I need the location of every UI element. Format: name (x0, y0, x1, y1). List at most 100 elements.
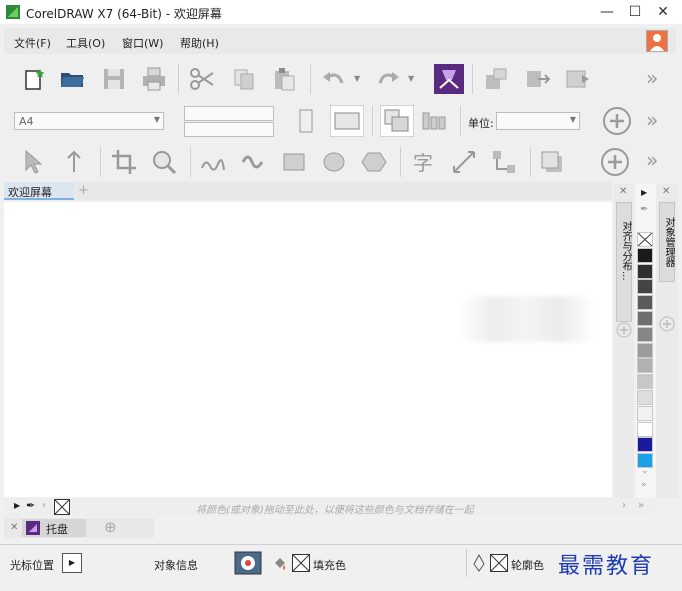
color-swatch[interactable] (637, 247, 653, 263)
landscape-icon[interactable] (330, 105, 364, 137)
color-swatch[interactable] (637, 421, 653, 437)
color-swatch[interactable] (637, 295, 653, 311)
pick-tool-icon[interactable] (20, 148, 48, 176)
current-page-icon[interactable] (420, 107, 448, 135)
shape-tool-icon[interactable] (60, 148, 88, 176)
fill-none-swatch-icon[interactable] (292, 554, 310, 572)
color-swatch[interactable] (637, 326, 653, 342)
toolbar-overflow-icon[interactable]: » (646, 148, 658, 172)
print-icon[interactable] (140, 65, 168, 93)
outline-none-swatch-icon[interactable] (490, 554, 508, 572)
save-icon[interactable] (100, 65, 128, 93)
eyedropper-icon[interactable]: ✒ (26, 499, 35, 512)
add-tab-icon[interactable]: + (78, 183, 89, 198)
no-color-swatch-icon[interactable] (54, 499, 70, 515)
align-distribute-tab[interactable]: 对齐与分布... (616, 202, 632, 322)
tray-label: 托盘 (46, 523, 68, 536)
add-docker-icon[interactable] (616, 322, 632, 338)
add-tab-icon[interactable]: ⊕ (104, 518, 117, 536)
crop-tool-icon[interactable] (110, 148, 138, 176)
rectangle-tool-icon[interactable] (280, 148, 308, 176)
cut-icon[interactable] (188, 65, 216, 93)
menu-tools[interactable]: 工具(O) (66, 35, 105, 51)
new-document-icon[interactable] (20, 65, 48, 93)
undo-icon[interactable] (320, 65, 348, 93)
cursor-position-label: 光标位置 (10, 559, 54, 572)
tray-icon (26, 521, 40, 535)
zoom-tool-icon[interactable] (150, 148, 178, 176)
object-manager-tab[interactable]: 对象管理器 (659, 202, 675, 282)
freehand-tool-icon[interactable] (198, 148, 226, 176)
maximize-button[interactable]: ☐ (626, 3, 644, 21)
redo-icon[interactable] (374, 65, 402, 93)
color-swatch[interactable] (637, 358, 653, 374)
color-swatch[interactable] (637, 279, 653, 295)
page-width-field[interactable] (184, 106, 274, 121)
color-swatch[interactable] (637, 263, 653, 279)
undo-dropdown-icon[interactable]: ▼ (354, 74, 360, 83)
open-folder-icon[interactable] (58, 65, 86, 93)
chevron-down-icon[interactable]: ⌄ (641, 466, 649, 476)
color-swatch[interactable] (637, 374, 653, 390)
ellipse-tool-icon[interactable] (320, 148, 348, 176)
redo-dropdown-icon[interactable]: ▼ (408, 74, 414, 83)
unit-select[interactable]: ▼ (496, 112, 580, 130)
polygon-tool-icon[interactable] (360, 148, 388, 176)
color-proof-icon[interactable] (234, 549, 262, 577)
palette-arrow-up-icon[interactable]: ▶ (641, 188, 647, 197)
close-icon[interactable]: ✕ (10, 522, 18, 533)
object-manager-label: 对象管理器 (663, 217, 674, 267)
add-icon[interactable] (600, 147, 630, 177)
menu-window[interactable]: 窗口(W) (122, 35, 163, 51)
close-button[interactable]: ✕ (654, 3, 672, 21)
publish-icon[interactable] (524, 65, 552, 93)
close-icon[interactable]: ✕ (662, 186, 670, 197)
color-swatch[interactable] (637, 437, 653, 453)
text-tool-icon[interactable]: 字 (410, 148, 438, 176)
all-pages-icon[interactable] (380, 105, 414, 137)
add-docker-icon[interactable] (659, 316, 675, 332)
tab-welcome-screen[interactable]: 欢迎屏幕 (4, 182, 74, 200)
minimize-button[interactable]: — (598, 3, 616, 21)
dimension-tool-icon[interactable] (450, 148, 478, 176)
color-swatch[interactable] (637, 390, 653, 405)
drawing-canvas[interactable] (4, 202, 612, 497)
connector-tool-icon[interactable] (490, 148, 518, 176)
tab-tray[interactable]: 托盘 (22, 519, 86, 537)
paste-icon[interactable] (270, 65, 298, 93)
property-bar: A4 ▼ 单位: ▼ » (4, 100, 678, 142)
artistic-media-icon[interactable] (238, 148, 266, 176)
palette-more-icon[interactable]: » (638, 500, 644, 511)
close-icon[interactable]: ✕ (619, 186, 627, 197)
play-icon[interactable]: ▶ (14, 501, 20, 510)
publish-pdf-icon[interactable] (564, 65, 592, 93)
menu-file[interactable]: 文件(F) (14, 35, 51, 51)
color-swatch[interactable] (637, 405, 653, 421)
import-icon[interactable] (434, 64, 464, 94)
chevron-down-icon: ▼ (569, 115, 576, 124)
cursor-position-button[interactable]: ▶ (62, 553, 82, 573)
palette-more-icon[interactable]: » (641, 480, 647, 490)
toolbar-overflow-icon[interactable]: » (646, 108, 658, 132)
chevron-right-icon[interactable]: › (622, 500, 626, 511)
no-color-swatch[interactable] (637, 232, 653, 247)
menu-help[interactable]: 帮助(H) (180, 35, 219, 51)
chevron-left-icon[interactable]: ‹ (42, 500, 46, 511)
color-swatch[interactable] (637, 311, 653, 326)
copy-icon[interactable] (230, 65, 258, 93)
portrait-icon[interactable] (292, 107, 320, 135)
color-swatch[interactable] (637, 342, 653, 358)
export-icon[interactable] (482, 65, 510, 93)
document-palette: ▶ ✒ ‹ 将颜色(或对象)拖动至此处，以便将这些颜色与文档存储在一起 › » (4, 498, 654, 516)
toolbar-overflow-icon[interactable]: » (646, 66, 658, 90)
outline-pen-icon[interactable] (472, 554, 486, 572)
drop-shadow-icon[interactable] (538, 148, 566, 176)
page-height-field[interactable] (184, 122, 274, 137)
tray-tabs: ✕ 托盘 ⊕ (4, 518, 154, 538)
add-icon[interactable] (602, 106, 632, 136)
fill-bucket-icon[interactable] (272, 555, 288, 571)
document-palette-hint: 将颜色(或对象)拖动至此处，以便将这些颜色与文档存储在一起 (196, 505, 474, 516)
user-avatar-icon[interactable] (646, 30, 668, 52)
page-size-select[interactable]: A4 ▼ (14, 112, 164, 130)
eyedropper-icon[interactable]: ✒ (640, 204, 648, 215)
